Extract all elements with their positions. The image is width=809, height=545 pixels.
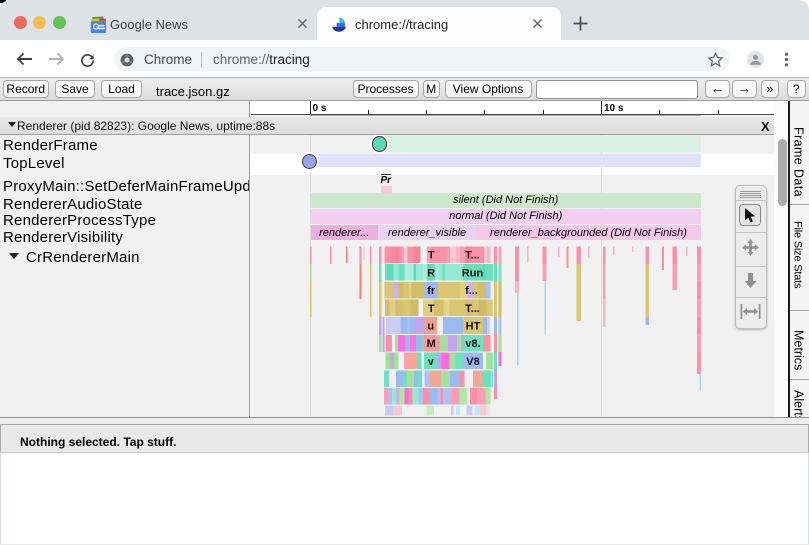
svg-text:fr: fr: [427, 285, 436, 297]
svg-text:f...: f...: [465, 285, 478, 297]
svg-text:T...: T...: [465, 303, 480, 315]
svg-text:T: T: [428, 303, 435, 315]
svg-text:T: T: [428, 250, 435, 262]
svg-text:Run: Run: [462, 267, 484, 279]
svg-text:u: u: [427, 321, 434, 333]
svg-text:v8.: v8.: [465, 338, 480, 350]
svg-text:G: G: [93, 22, 100, 32]
svg-text:V8: V8: [466, 356, 479, 368]
svg-text:M: M: [427, 338, 436, 350]
svg-text:T...: T...: [465, 250, 480, 262]
svg-text:R: R: [427, 267, 435, 279]
svg-text:HT: HT: [466, 321, 481, 333]
svg-text:v: v: [428, 356, 435, 368]
